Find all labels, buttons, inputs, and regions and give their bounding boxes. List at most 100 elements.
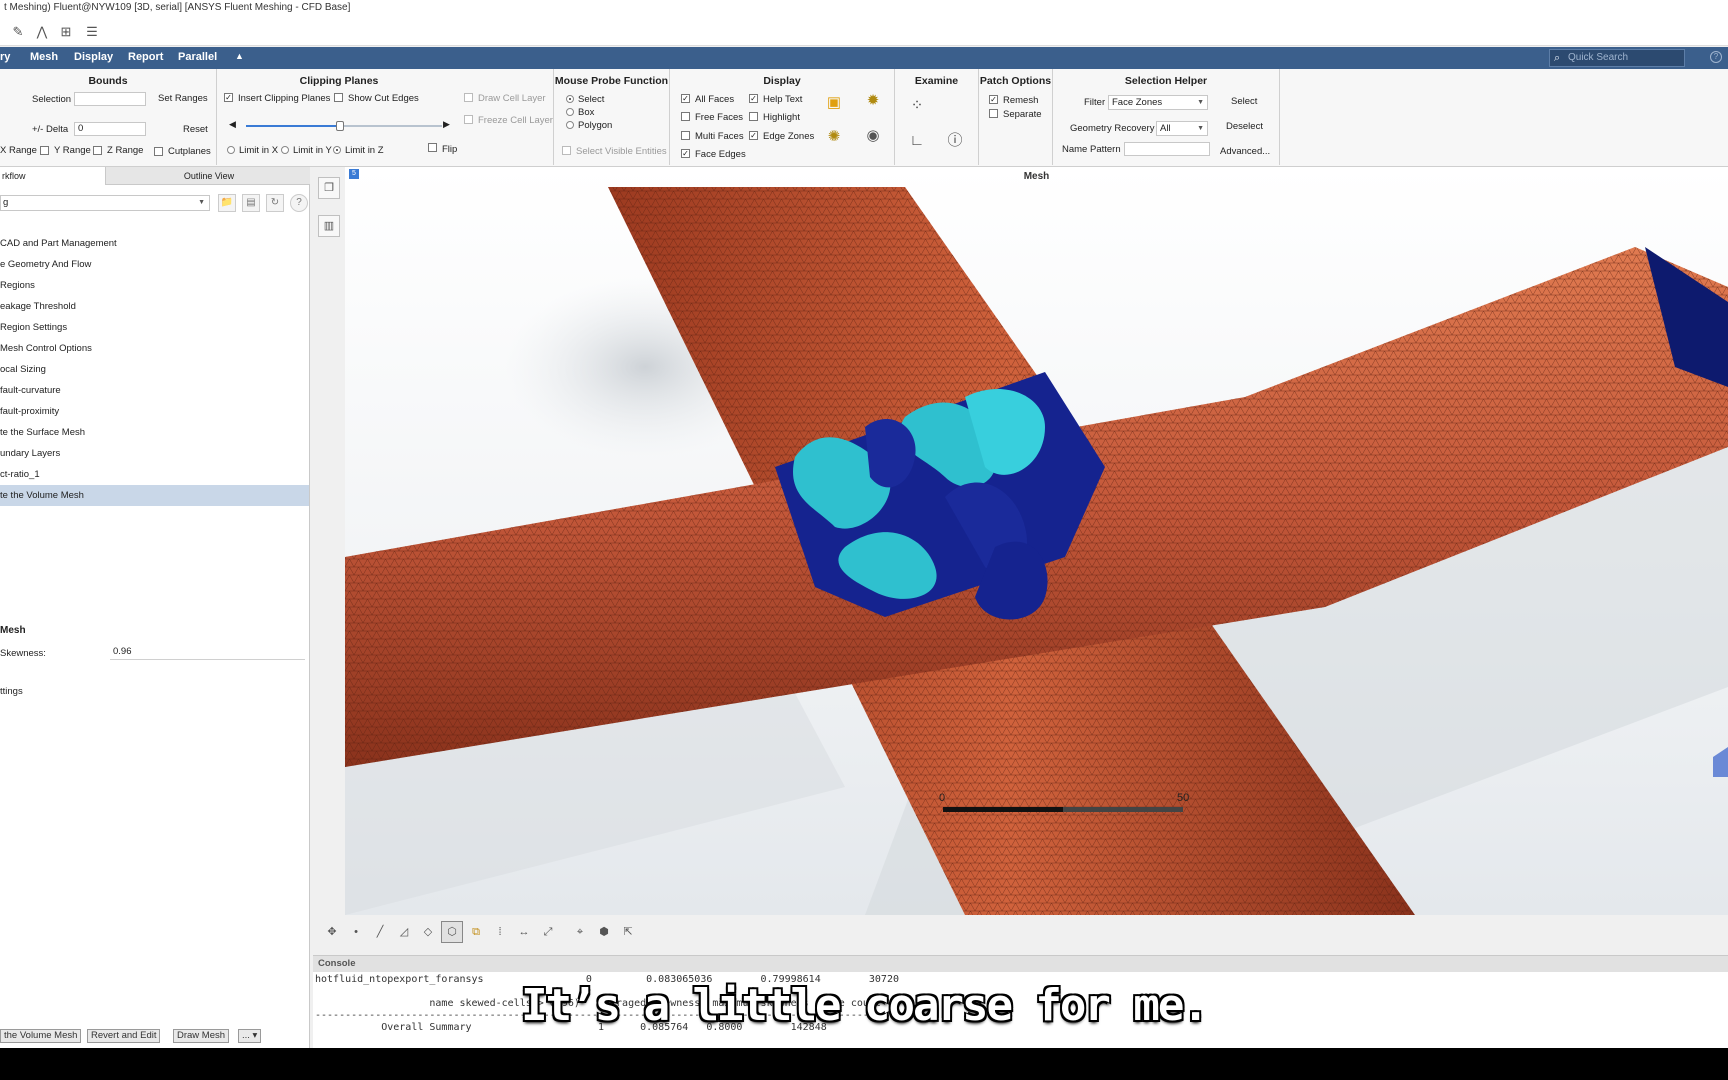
y-range-checkbox[interactable]	[40, 146, 49, 155]
zone-select-icon[interactable]: ◇	[417, 921, 439, 943]
measure-angle-icon[interactable]: ∟	[907, 131, 927, 151]
skewness-field[interactable]: 0.96	[110, 646, 305, 660]
lighting-icon[interactable]: ✹	[863, 91, 883, 111]
table-icon[interactable]: ⊞	[58, 24, 74, 40]
quick-search-input[interactable]: ⌕ Quick Search	[1549, 49, 1685, 67]
bounding-box-icon[interactable]: ⬢	[593, 921, 615, 943]
tab-workflow[interactable]: rkflow	[0, 167, 106, 185]
object-select-icon[interactable]: ⬡	[441, 921, 463, 943]
open-workflow-icon[interactable]: 📁	[218, 194, 236, 212]
select-visible-checkbox[interactable]	[562, 146, 571, 155]
show-cut-edges-checkbox[interactable]	[334, 93, 343, 102]
slider-thumb[interactable]	[336, 121, 345, 131]
tree-item[interactable]: te the Volume Mesh	[0, 485, 309, 506]
menu-item-display[interactable]: Display	[74, 51, 113, 63]
tree-item[interactable]: CAD and Part Management	[0, 233, 309, 254]
advanced-button[interactable]: Advanced...	[1220, 146, 1270, 157]
generate-volume-mesh-button[interactable]: the Volume Mesh	[0, 1029, 82, 1043]
deselect-button[interactable]: Deselect	[1226, 121, 1263, 132]
info-icon[interactable]: ⓘ	[945, 131, 965, 151]
reset-button[interactable]: Reset	[183, 124, 208, 135]
free-faces-checkbox[interactable]	[681, 112, 690, 121]
probe-polygon-radio[interactable]	[566, 121, 574, 129]
separate-checkbox[interactable]	[989, 109, 998, 118]
edge-select-icon[interactable]: ╱	[369, 921, 391, 943]
slider-right-arrow-icon[interactable]: ▶	[443, 119, 450, 130]
all-faces-checkbox[interactable]: ✓	[681, 94, 690, 103]
draw-cell-layer-checkbox[interactable]	[464, 93, 473, 102]
flip-checkbox[interactable]	[428, 143, 437, 152]
workflow-dropdown[interactable]: g ▼	[0, 195, 210, 211]
tree-item[interactable]: e Geometry And Flow	[0, 254, 309, 275]
settings-label[interactable]: ttings	[0, 686, 23, 697]
select-button[interactable]: Select	[1231, 96, 1257, 107]
filter-dropdown[interactable]: Face Zones ▼	[1108, 95, 1208, 110]
tree-item[interactable]: ocal Sizing	[0, 359, 309, 380]
tree-item[interactable]: ct-ratio_1	[0, 464, 309, 485]
menu-item-mesh[interactable]: Mesh	[30, 51, 58, 63]
collapse-ribbon-icon[interactable]: ▲	[235, 51, 244, 61]
limit-y-radio[interactable]	[281, 146, 289, 154]
multi-faces-checkbox[interactable]	[681, 131, 690, 140]
geometry-recovery-dropdown[interactable]: All ▼	[1156, 121, 1208, 136]
list-icon[interactable]: ☰	[84, 24, 100, 40]
pan-icon[interactable]: ⇱	[617, 921, 639, 943]
help-text-checkbox[interactable]: ✓	[749, 94, 758, 103]
copy-view-icon[interactable]: ❐	[318, 177, 340, 199]
visibility-eye-icon[interactable]: ◉	[863, 126, 883, 146]
more-options-button[interactable]: ... ▾	[238, 1029, 262, 1043]
tree-item[interactable]: fault-proximity	[0, 401, 309, 422]
revert-and-edit-button[interactable]: Revert and Edit	[87, 1029, 161, 1043]
panel-toggle-icon[interactable]: ▥	[318, 215, 340, 237]
cell-zone-icon[interactable]: ⧉	[465, 921, 487, 943]
limit-z-radio[interactable]	[333, 146, 341, 154]
clipping-plane-slider[interactable]	[246, 121, 442, 131]
layers-icon[interactable]: ▣	[824, 93, 844, 113]
limit-x-radio[interactable]	[227, 146, 235, 154]
name-pattern-field[interactable]	[1124, 142, 1210, 156]
pen-icon[interactable]: ✎	[10, 24, 26, 40]
set-ranges-button[interactable]: Set Ranges	[158, 93, 208, 104]
delta-field[interactable]: 0	[74, 122, 146, 136]
tab-outline-view[interactable]: Outline View	[106, 167, 310, 185]
face-select-icon[interactable]: ◿	[393, 921, 415, 943]
rotate-icon[interactable]: ✥	[321, 921, 343, 943]
cutplanes-checkbox[interactable]	[154, 147, 163, 156]
help-icon[interactable]: ?	[290, 194, 308, 212]
probe-box-radio[interactable]	[566, 108, 574, 116]
slider-left-arrow-icon[interactable]: ◀	[229, 119, 236, 130]
selection-field[interactable]	[74, 92, 146, 106]
menu-item-parallel[interactable]: Parallel	[178, 51, 217, 63]
point-select-icon[interactable]: •	[345, 921, 367, 943]
graphics-viewport[interactable]: 5 Mesh 0 50	[345, 167, 1728, 915]
menu-item-report[interactable]: Report	[128, 51, 163, 63]
tree-item[interactable]: Mesh Control Options	[0, 338, 309, 359]
tree-item[interactable]: fault-curvature	[0, 380, 309, 401]
node-probe-icon[interactable]: ⁘	[907, 96, 927, 116]
refresh-icon[interactable]: ↻	[266, 194, 284, 212]
freeze-cell-layer-checkbox[interactable]	[464, 115, 473, 124]
measure-icon[interactable]: ↔	[513, 921, 535, 943]
fit-view-icon[interactable]: ⤢	[537, 921, 559, 943]
edge-zones-checkbox[interactable]: ✓	[749, 131, 758, 140]
menu-item-geometry[interactable]: ry	[0, 51, 10, 63]
tree-item[interactable]: te the Surface Mesh	[0, 422, 309, 443]
tree-item[interactable]: Regions	[0, 275, 309, 296]
draw-mesh-button[interactable]: Draw Mesh	[173, 1029, 230, 1043]
node-grid-icon[interactable]: ⁞	[489, 921, 511, 943]
tree-item[interactable]: eakage Threshold	[0, 296, 309, 317]
arch-icon[interactable]: ⋀	[34, 24, 50, 40]
tree-item[interactable]: undary Layers	[0, 443, 309, 464]
probe-icon[interactable]: ⌖	[569, 921, 591, 943]
tree-item[interactable]: Region Settings	[0, 317, 309, 338]
save-workflow-icon[interactable]: ▤	[242, 194, 260, 212]
probe-select-radio[interactable]	[566, 95, 574, 103]
remesh-checkbox[interactable]: ✓	[989, 95, 998, 104]
face-edges-checkbox[interactable]: ✓	[681, 149, 690, 158]
insert-clipping-planes-checkbox[interactable]: ✓	[224, 93, 233, 102]
z-range-checkbox[interactable]	[93, 146, 102, 155]
help-icon[interactable]: ?	[1710, 51, 1722, 63]
x-range-label[interactable]: X Range	[0, 145, 37, 156]
settings-gear-icon[interactable]: ✺	[824, 127, 844, 147]
highlight-checkbox[interactable]	[749, 112, 758, 121]
